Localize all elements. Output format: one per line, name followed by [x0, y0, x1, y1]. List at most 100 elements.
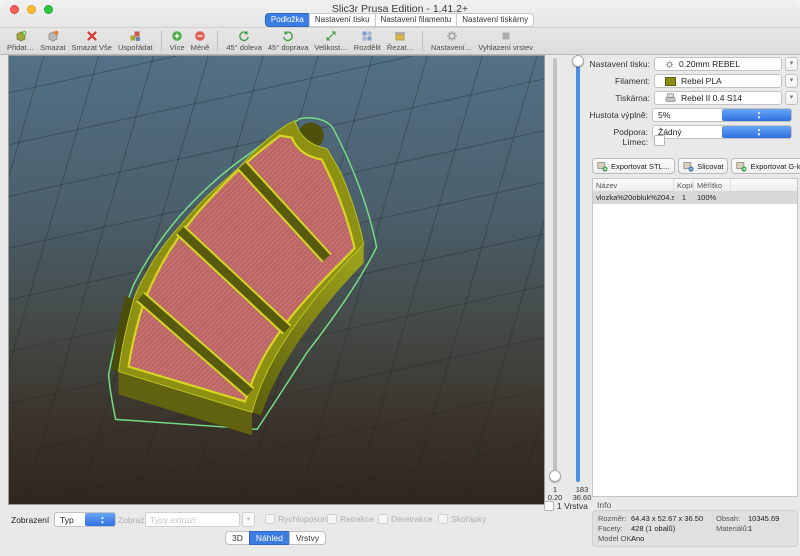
export-box-icon — [597, 161, 608, 172]
info-section-title: Info — [597, 500, 611, 510]
printer-combo[interactable]: Rebel II 0.4 S14 — [654, 91, 782, 105]
one-layer-checkbox-group: 1 Vrstva — [544, 501, 588, 511]
object-copies-cell: 1 — [674, 192, 694, 204]
one-layer-label: 1 Vrstva — [557, 501, 588, 511]
view-mode-tab-bar: 3D Náhled Vrstvy — [226, 531, 326, 545]
printer-dropdown-button[interactable]: ▾ — [785, 91, 798, 105]
view-mode-label: Zobrazení — [11, 515, 49, 525]
object-name-cell: vlozka%20obluk%204.stl — [593, 192, 674, 204]
tab-nastaveni-tisku[interactable]: Nastavení tisku — [309, 13, 376, 27]
shells-checkbox[interactable] — [438, 514, 448, 524]
unretractions-checkbox-group: Deretrakce — [378, 514, 433, 524]
export-buttons-row: Exportovat STL… Slicovat Exportovat G-kó… — [592, 158, 798, 174]
arrange-icon — [129, 30, 141, 42]
gear-icon — [446, 30, 458, 42]
settings-button[interactable]: Nastavení… — [431, 30, 472, 52]
red-cross-icon — [86, 30, 98, 42]
last-layer-slider[interactable] — [576, 58, 580, 482]
brim-checkbox[interactable] — [654, 135, 665, 146]
toolbar-separator — [161, 31, 162, 51]
green-plus-icon — [171, 30, 183, 42]
facets-value: 428 (1 obalů) — [631, 524, 675, 533]
print-settings-combo[interactable]: 0.20mm REBEL — [654, 57, 782, 71]
view-mode-popup[interactable]: Typ ▲▼ — [54, 512, 116, 527]
print-settings-value: 0.20mm REBEL — [679, 59, 740, 69]
print-settings-label: Nastavení tisku: — [580, 59, 650, 69]
tab-nastaveni-filamentu[interactable]: Nastavení filamentu — [375, 13, 458, 27]
export-gcode-button[interactable]: Exportovat G-kód… — [731, 158, 800, 174]
travel-checkbox-group: Rychloposun — [265, 514, 327, 524]
toolbar-separator — [217, 31, 218, 51]
travel-checkbox[interactable] — [265, 514, 275, 524]
toolbar: Přidat… Smazat Smazat Vše Uspořádat Více… — [0, 28, 800, 55]
rotate-left-button[interactable]: 45° doleva — [226, 30, 262, 52]
delete-button[interactable]: Smazat — [40, 30, 65, 52]
support-label: Podpora: — [578, 127, 648, 137]
object-list-header: Název Kopií Měřítko — [593, 179, 797, 192]
extrusion-types-input[interactable] — [145, 512, 240, 527]
column-header-scale: Měřítko — [694, 179, 731, 191]
dimensions-value: 64.43 x 52.67 x 36.50 — [631, 514, 703, 523]
scale-button[interactable]: Velikost… — [314, 30, 347, 52]
model-ok-label: Model OK: — [598, 534, 633, 543]
view-mode-value: Typ — [55, 515, 85, 525]
3d-scene — [9, 56, 544, 504]
more-copies-button[interactable]: Více — [170, 30, 185, 52]
printer-icon — [665, 93, 676, 103]
rotate-right-icon — [282, 30, 294, 42]
printer-label: Tiskárna: — [580, 93, 650, 103]
filament-combo[interactable]: Rebel PLA — [654, 74, 782, 88]
infill-value: 5% — [653, 110, 722, 120]
volume-label: Obsah: — [716, 514, 740, 523]
infill-select[interactable]: 5% ▲▼ — [652, 108, 792, 122]
printer-value: Rebel II 0.4 S14 — [681, 93, 742, 103]
arrange-button[interactable]: Uspořádat — [118, 30, 153, 52]
cut-icon — [394, 30, 406, 42]
mode-tab-preview[interactable]: Náhled — [249, 531, 290, 545]
slice-button[interactable]: Slicovat — [678, 158, 728, 174]
add-button[interactable]: Přidat… — [7, 30, 34, 52]
toolbar-separator — [422, 31, 423, 51]
filament-dropdown-button[interactable]: ▾ — [785, 74, 798, 88]
filament-value: Rebel PLA — [681, 76, 722, 86]
delete-all-button[interactable]: Smazat Vše — [72, 30, 112, 52]
print-settings-dropdown-button[interactable]: ▾ — [785, 57, 798, 71]
object-list-row[interactable]: vlozka%20obluk%204.stl 1 100% — [593, 192, 797, 204]
column-header-name: Název — [593, 179, 674, 191]
one-layer-checkbox[interactable] — [544, 501, 554, 511]
column-header-copies: Kopií — [674, 179, 694, 191]
first-layer-slider[interactable] — [553, 58, 557, 482]
unretractions-checkbox[interactable] — [378, 514, 388, 524]
add-cube-icon — [15, 30, 27, 42]
extrusion-types-dropdown-button[interactable]: ▾ — [242, 512, 255, 527]
split-button[interactable]: Rozdělit — [354, 30, 381, 52]
mode-tab-3d[interactable]: 3D — [225, 531, 250, 545]
filament-color-swatch — [665, 77, 676, 86]
export-stl-button[interactable]: Exportovat STL… — [592, 158, 675, 174]
infill-label: Hustota výplně: — [578, 110, 648, 120]
export-box-icon — [736, 161, 747, 172]
rotate-right-button[interactable]: 45° doprava — [268, 30, 309, 52]
facets-label: Facety: — [598, 524, 623, 533]
main-tab-bar: Podložka Nastavení tisku Nastavení filam… — [266, 13, 534, 27]
dimensions-label: Rozměr: — [598, 514, 626, 523]
tab-podlozka[interactable]: Podložka — [265, 13, 310, 27]
mode-tab-layers[interactable]: Vrstvy — [289, 531, 326, 545]
3d-viewport[interactable] — [8, 55, 545, 505]
volume-value: 10345.69 — [748, 514, 779, 523]
support-select[interactable]: Žádný ▲▼ — [652, 125, 792, 139]
delete-cube-icon — [47, 30, 59, 42]
layer-smoothing-button[interactable]: Vyhlazení vrstev — [478, 30, 533, 52]
retractions-checkbox[interactable] — [327, 514, 337, 524]
red-minus-icon — [194, 30, 206, 42]
layers-icon — [500, 30, 512, 42]
rotate-left-icon — [238, 30, 250, 42]
materials-label: Materiálů: — [716, 524, 749, 533]
filament-label: Filament: — [580, 76, 650, 86]
materials-value: 1 — [748, 524, 752, 533]
fewer-copies-button[interactable]: Méně — [191, 30, 210, 52]
cut-button[interactable]: Řezat… — [387, 30, 414, 52]
chevrons-icon: ▲▼ — [722, 126, 791, 138]
first-layer-slider-handle[interactable] — [549, 470, 561, 482]
tab-nastaveni-tiskarny[interactable]: Nastavení tiskárny — [456, 13, 534, 27]
